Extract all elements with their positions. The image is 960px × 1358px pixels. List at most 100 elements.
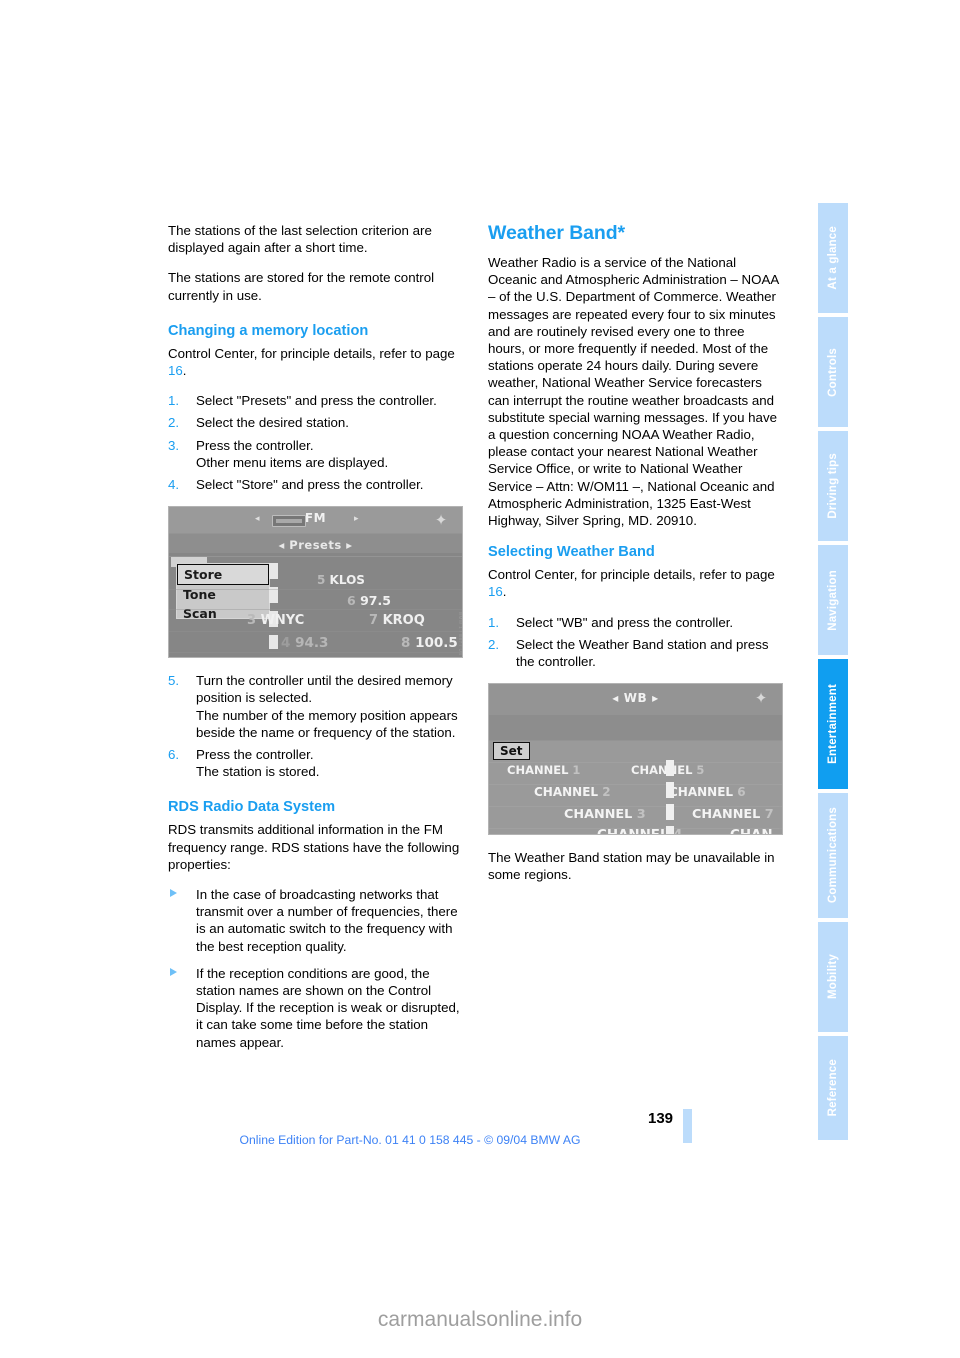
fm-preset-8[interactable]: 8 100.5	[401, 635, 458, 651]
channel-name: CHANNEL	[534, 785, 599, 800]
chevron-right-icon: ▸	[346, 538, 353, 553]
channel-index: 3	[636, 807, 646, 823]
fm-preset-6[interactable]: 6 97.5	[347, 593, 391, 608]
channel-index: 4	[673, 828, 682, 834]
sidebar-tab-mobility[interactable]: Mobility	[818, 922, 848, 1032]
sidebar-tab-driving-tips[interactable]: Driving tips	[818, 431, 848, 541]
step-text: Select "WB" and press the controller.	[516, 614, 734, 630]
sidebar-tab-label: Entertainment	[827, 684, 839, 764]
weather-band-body: Weather Radio is a service of the Nation…	[488, 255, 779, 529]
steps-list-memory: 1. Select "Presets" and press the control…	[168, 392, 463, 493]
intro-paragraph-1: The stations of the last selection crite…	[168, 223, 432, 256]
menu-item-tone[interactable]: Tone	[177, 585, 269, 604]
steps-list-weather: 1. Select "WB" and press the controller. …	[488, 614, 783, 671]
sidebar-tab-reference[interactable]: Reference	[818, 1036, 848, 1140]
wb-title-text: WB	[623, 691, 648, 706]
channel-index: 7	[764, 807, 774, 823]
preset-index: 8	[401, 635, 411, 652]
sidebar-tab-label: At a glance	[827, 226, 839, 290]
period: .	[182, 363, 187, 379]
list-item: 3. Press the controller. Other menu items …	[168, 437, 463, 471]
wb-scrollbar[interactable]	[666, 760, 674, 835]
control-center-reference: Control Center, for principle details, r…	[168, 345, 463, 379]
wb-channel-1[interactable]: CHANNEL 1	[507, 763, 580, 777]
control-center-reference: Control Center, for principle details, r…	[488, 566, 783, 600]
set-button[interactable]: Set	[493, 742, 530, 761]
edition-notice: Online Edition for Part-No. 01 41 0 158 …	[239, 1133, 581, 1147]
sidebar-tab-communications[interactable]: Communications	[818, 793, 848, 918]
sidebar-tab-label: Controls	[827, 347, 839, 397]
sidebar-tab-at-a-glance[interactable]: At a glance	[818, 203, 848, 313]
presets-text: Presets	[289, 538, 342, 553]
step-text: Select the desired station.	[196, 415, 350, 431]
control-center-text: Control Center, for principle details, r…	[488, 567, 775, 583]
channel-index: 5	[696, 763, 705, 778]
chevron-right-icon: ▸	[652, 691, 659, 706]
figure-credit: BMW 1 / E87 / US	[458, 611, 463, 656]
fm-preset-3[interactable]: 3 WNYC	[247, 613, 304, 628]
preset-index: 7	[369, 613, 379, 629]
fm-preset-7[interactable]: 7 KROQ	[369, 613, 425, 628]
rds-bullet-list: In the case of broadcasting networks tha…	[168, 886, 463, 1051]
list-item: 6. Press the controller. The station is st…	[168, 746, 463, 780]
sidebar-tab-label: Reference	[827, 1059, 839, 1117]
chevron-right-icon: ▸	[354, 514, 359, 525]
fm-preset-5[interactable]: 5 KLOS	[317, 573, 365, 587]
channel-index: 2	[602, 785, 611, 800]
triangle-bullet-icon	[170, 967, 177, 976]
step-subtext: Other menu items are displayed.	[196, 454, 389, 470]
fm-presets-label: ◂ Presets ▸	[169, 535, 462, 552]
step-number: 1.	[168, 393, 180, 409]
wb-channel-2[interactable]: CHANNEL 2	[534, 785, 611, 799]
channel-name: CHANNEL	[692, 807, 761, 823]
channel-name: CHANNEL	[597, 828, 669, 834]
step-number: 4.	[168, 477, 180, 493]
fm-preset-4[interactable]: 4 94.3	[281, 635, 328, 651]
wb-channel-3[interactable]: CHANNEL 3	[564, 807, 646, 822]
sidebar-tab-navigation[interactable]: Navigation	[818, 545, 848, 655]
compass-rose-icon: ✦	[434, 511, 448, 530]
wb-channel-7[interactable]: CHANNEL 7	[692, 807, 774, 822]
bullet-text: If the reception conditions are good, th…	[196, 965, 460, 1050]
channel-name: CHANNEL	[669, 785, 734, 800]
chevron-left-icon: ◂	[278, 538, 285, 553]
step-subtext: The station is stored.	[196, 764, 320, 780]
right-column: Weather Band* Weather Radio is a service…	[488, 222, 783, 897]
preset-index: 5	[317, 573, 326, 588]
bullet-text: In the case of broadcasting networks tha…	[196, 887, 458, 954]
sidebar-tab-label: Mobility	[827, 954, 839, 1000]
preset-name: WNYC	[260, 613, 305, 629]
step-number: 2.	[488, 636, 500, 652]
site-watermark: carmanualsonline.info	[377, 1308, 583, 1331]
control-center-text: Control Center, for principle details, r…	[168, 345, 455, 361]
step-number: 2.	[168, 415, 180, 431]
page-number: 139	[648, 1110, 674, 1127]
step-number: 3.	[168, 437, 180, 453]
wb-channel-8[interactable]: CHAN	[730, 828, 773, 834]
steps-list-memory-cont: 5. Turn the controller until the desired …	[168, 672, 463, 780]
list-item: 1. Select "WB" and press the controller.	[488, 614, 783, 631]
period: .	[502, 584, 507, 600]
page-reference-link[interactable]: 16	[168, 363, 183, 378]
preset-name: 94.3	[295, 635, 329, 652]
page-reference-link[interactable]: 16	[488, 584, 503, 599]
figure-credit: G211 / E87/2005	[778, 791, 783, 833]
fm-scrollbar[interactable]	[269, 557, 278, 652]
sidebar-tab-entertainment[interactable]: Entertainment	[818, 659, 848, 789]
menu-item-store[interactable]: Store	[177, 564, 269, 586]
list-item: If the reception conditions are good, th…	[168, 965, 463, 1051]
page-title: Weather Band*	[488, 222, 626, 244]
preset-name: KROQ	[382, 613, 425, 629]
wb-band-title: ◂ WB ▸	[489, 691, 782, 705]
sidebar-tab-controls[interactable]: Controls	[818, 317, 848, 427]
list-item: 1. Select "Presets" and press the control…	[168, 392, 463, 409]
channel-name: CHAN	[730, 828, 773, 834]
wb-channel-6[interactable]: CHANNEL 6	[669, 785, 746, 799]
sidebar-tab-label: Communications	[827, 807, 839, 904]
step-text: Select "Presets" and press the controlle…	[196, 393, 437, 409]
list-item: 2. Select the Weather Band station and pr…	[488, 636, 783, 670]
intro-paragraph-2: The stations are stored for the remote c…	[168, 270, 435, 303]
manual-page: At a glance Controls Driving tips Naviga…	[0, 0, 960, 1358]
step-subtext: The number of the memory position appear…	[196, 707, 458, 740]
step-text: Press the controller.	[196, 437, 314, 453]
